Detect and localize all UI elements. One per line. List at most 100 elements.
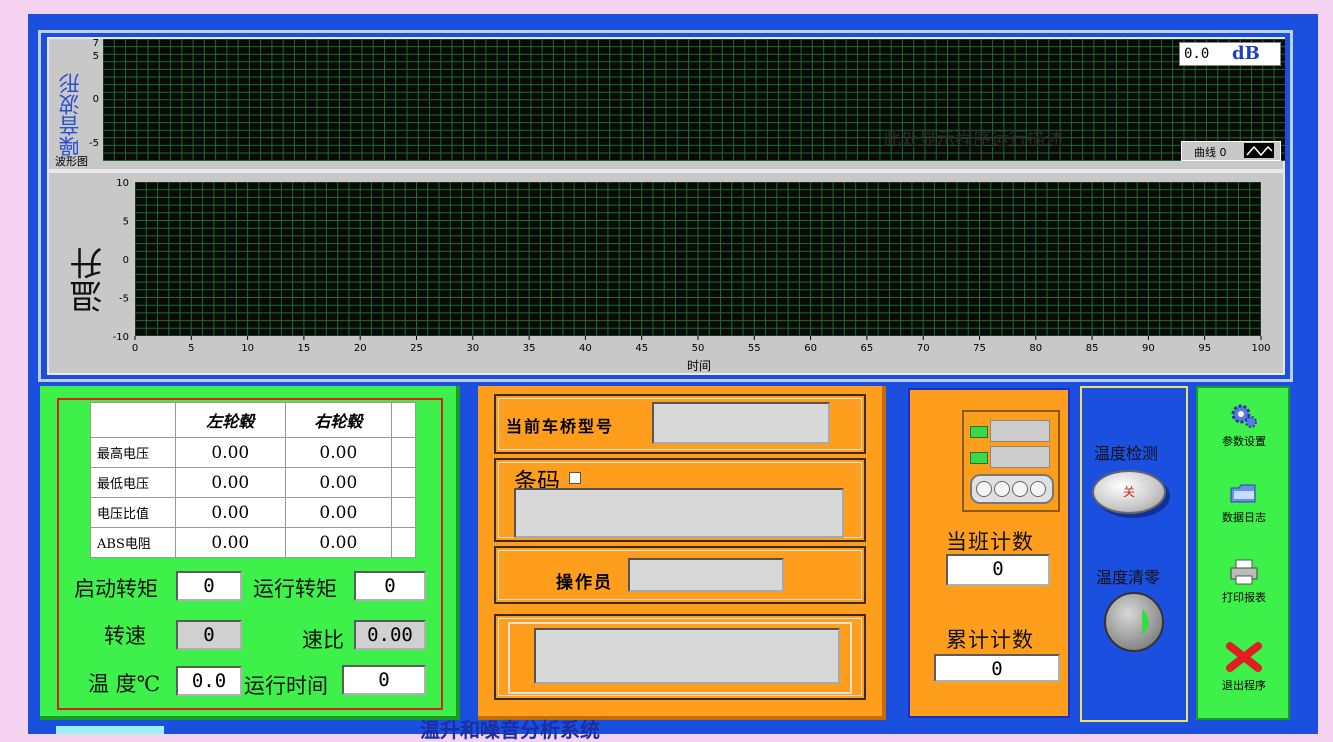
- curve-legend[interactable]: 曲线 0: [1181, 141, 1281, 161]
- temperature-value: 0.0: [176, 666, 242, 696]
- temperature-label: 温 度℃: [88, 672, 161, 696]
- ratio-label: 速比: [302, 628, 344, 652]
- left-value: 0.00: [174, 467, 286, 498]
- lamp-icon: [976, 481, 992, 497]
- barcode-group: 条码: [494, 458, 866, 542]
- x-tick-label: 0: [132, 343, 138, 354]
- runtime-value: 0: [342, 665, 426, 695]
- print-label: 打印报表: [1222, 591, 1266, 604]
- y-tick-label: 0: [123, 255, 129, 266]
- log-label: 数据日志: [1222, 511, 1266, 524]
- total-count-value: 0: [934, 654, 1060, 682]
- table-row: 最低电压 0.00 0.00: [90, 467, 417, 498]
- x-tick-label: 50: [692, 343, 705, 354]
- run-torque-value: 0: [354, 571, 426, 601]
- temp-detect-switch-label: 关: [1122, 485, 1135, 499]
- temp-detect-switch[interactable]: 关: [1092, 470, 1166, 514]
- table-corner: [90, 402, 176, 438]
- y-tick-label: 5: [123, 217, 129, 228]
- print-button[interactable]: 打印报表: [1206, 558, 1282, 605]
- db-readout-unit: dB: [1232, 43, 1260, 64]
- message-field[interactable]: [534, 628, 840, 684]
- noise-plot-area[interactable]: 此处显示程序运行描述: [103, 39, 1285, 161]
- right-hub-header: 右轮毂: [284, 402, 392, 438]
- play-icon: [1142, 609, 1149, 635]
- temp-plot-area[interactable]: [135, 182, 1261, 336]
- exit-button[interactable]: 退出程序: [1206, 640, 1282, 693]
- led-2: [970, 452, 988, 464]
- close-icon: [1226, 642, 1262, 672]
- settings-button[interactable]: 参数设置: [1206, 402, 1282, 449]
- x-tick-label: 40: [579, 343, 592, 354]
- table-extra-col: [390, 402, 417, 438]
- x-tick-label: 80: [1029, 343, 1042, 354]
- measurement-panel: 左轮毂 右轮毂 最高电压 0.00 0.00 最低电压 0.00 0.00 电压…: [40, 386, 460, 720]
- row-label: ABS电阻: [90, 527, 176, 558]
- runtime-label: 运行时间: [244, 674, 328, 698]
- right-value: 0.00: [284, 497, 392, 528]
- row-label: 最低电压: [90, 467, 176, 498]
- table-row: ABS电阻 0.00 0.00: [90, 527, 417, 558]
- barcode-checkbox[interactable]: [569, 472, 581, 484]
- temp-detect-label: 温度检测: [1094, 444, 1159, 463]
- x-tick-label: 30: [466, 343, 479, 354]
- indicator-cluster: [962, 410, 1060, 512]
- table-extra-cell: [390, 497, 417, 528]
- ratio-value: 0.00: [354, 620, 426, 650]
- exit-label: 退出程序: [1222, 679, 1266, 692]
- speed-value: 0: [176, 620, 242, 650]
- shift-count-label: 当班计数: [946, 530, 1034, 554]
- left-value: 0.00: [174, 527, 286, 558]
- y-tick-label: -5: [119, 294, 129, 305]
- start-torque-value: 0: [176, 571, 242, 601]
- temperature-rise-chart: 温升 10 5 0 -5 -10 0 5 10 15 20 25 30 35 40 45 50 55 60 65 7…: [47, 171, 1285, 375]
- db-readout: 0.0 dB: [1179, 42, 1281, 66]
- lamp-array: [970, 474, 1054, 504]
- x-tick-label: 5: [188, 343, 194, 354]
- table-extra-cell: [390, 467, 417, 498]
- x-tick-label: 70: [917, 343, 930, 354]
- log-button[interactable]: 数据日志: [1206, 480, 1282, 525]
- operator-field[interactable]: [628, 558, 784, 592]
- operator-group: 操作员: [494, 546, 866, 604]
- axle-model-group: 当前车桥型号: [494, 394, 866, 454]
- x-tick-label: 25: [410, 343, 423, 354]
- folder-icon: [1230, 484, 1256, 503]
- status-tab: [56, 726, 164, 734]
- barcode-field[interactable]: [514, 488, 844, 538]
- table-row: 最高电压 0.00 0.00: [90, 437, 417, 468]
- row-label: 最高电压: [90, 437, 176, 468]
- x-tick-label: 10: [241, 343, 254, 354]
- x-tick-label: 90: [1142, 343, 1155, 354]
- start-torque-label: 启动转矩: [74, 577, 158, 601]
- printer-icon: [1230, 559, 1258, 585]
- right-value: 0.00: [284, 467, 392, 498]
- led-1: [970, 426, 988, 438]
- axle-model-field[interactable]: [652, 402, 830, 444]
- wheel-hub-table: 左轮毂 右轮毂 最高电压 0.00 0.00 最低电压 0.00 0.00 电压…: [90, 402, 417, 558]
- total-count-label: 累计计数: [946, 628, 1034, 652]
- curve-legend-label: 曲线 0: [1194, 146, 1227, 159]
- temp-x-axis-label: 时间: [687, 359, 712, 373]
- noise-y-tick: 7: [93, 39, 99, 49]
- table-extra-cell: [390, 437, 417, 468]
- left-hub-header: 左轮毂: [174, 402, 286, 438]
- footer-text: 温升和噪音分析系统: [420, 718, 600, 742]
- temp-zero-button[interactable]: [1104, 592, 1164, 652]
- temp-y-axis: 1050-5-10: [113, 178, 129, 343]
- temp-zero-label: 温度清零: [1096, 568, 1161, 587]
- graph-area: 噪音波形 波形图 7 5 0 -5 此处显示程序运行描述 0.0 dB 曲线 0…: [38, 30, 1293, 382]
- lamp-icon: [994, 481, 1010, 497]
- message-group: [494, 614, 866, 700]
- x-tick-label: 95: [1198, 343, 1211, 354]
- x-tick-label: 65: [861, 343, 874, 354]
- x-tick-label: 45: [635, 343, 648, 354]
- shift-count-value: 0: [946, 554, 1050, 586]
- settings-label: 参数设置: [1222, 435, 1266, 448]
- axle-model-label: 当前车桥型号: [506, 417, 615, 436]
- temp-x-axis: 0 5 10 15 20 25 30 35 40 45 50 55 60 65 70 75 80 85 90 95 10…: [132, 336, 1271, 354]
- operator-label: 操作员: [556, 573, 613, 593]
- x-tick-label: 85: [1086, 343, 1099, 354]
- run-torque-label: 运行转矩: [253, 577, 337, 601]
- left-value: 0.00: [174, 497, 286, 528]
